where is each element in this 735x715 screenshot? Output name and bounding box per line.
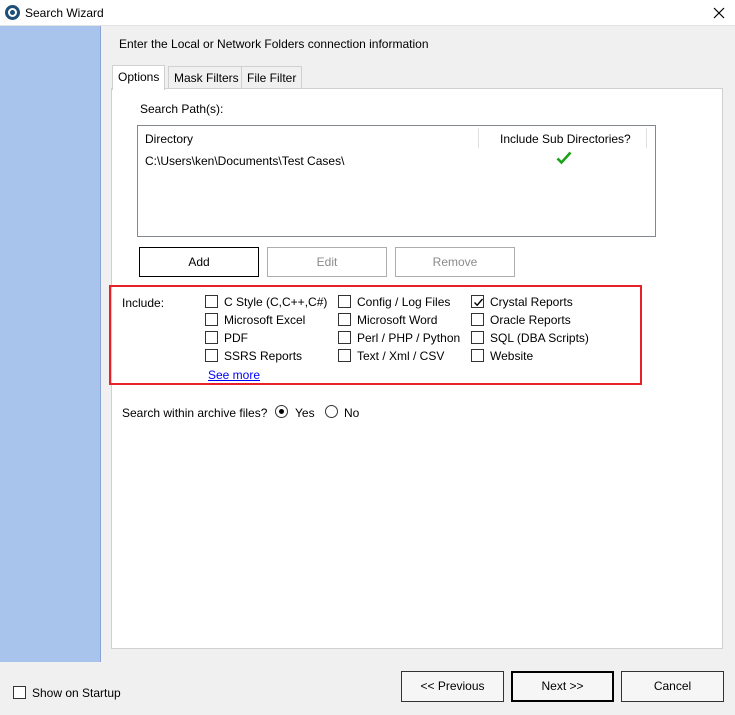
checkbox-microsoft-excel[interactable] (205, 313, 218, 326)
close-button[interactable] (706, 2, 732, 24)
search-paths-label: Search Path(s): (140, 102, 224, 116)
column-header-include-sub[interactable]: Include Sub Directories? (500, 132, 631, 146)
next-button[interactable]: Next >> (511, 671, 614, 702)
edit-button[interactable]: Edit (267, 247, 387, 277)
checkbox-sql-dba-scripts[interactable] (471, 331, 484, 344)
see-more-link[interactable]: See more (208, 368, 260, 382)
radio-label-no[interactable]: No (344, 406, 359, 420)
title-bar: Search Wizard (0, 0, 735, 26)
checkbox-label-text-xml-csv[interactable]: Text / Xml / CSV (357, 349, 444, 363)
include-label: Include: (122, 296, 165, 310)
checkbox-website[interactable] (471, 349, 484, 362)
archive-search-label: Search within archive files? (122, 406, 268, 420)
cancel-button[interactable]: Cancel (621, 671, 724, 702)
wizard-side-panel (0, 26, 101, 662)
checkbox-config-log-files[interactable] (338, 295, 351, 308)
tab-options[interactable]: Options (112, 65, 166, 90)
search-paths-list[interactable]: Directory Include Sub Directories? C:\Us… (137, 125, 656, 237)
remove-button[interactable]: Remove (395, 247, 515, 277)
previous-button[interactable]: << Previous (401, 671, 504, 702)
radio-archive-yes[interactable] (275, 405, 288, 418)
table-row-directory[interactable]: C:\Users\ken\Documents\Test Cases\ (145, 154, 344, 168)
checkbox-label-ssrs-reports[interactable]: SSRS Reports (224, 349, 302, 363)
tab-mask-filters[interactable]: Mask Filters (168, 66, 245, 89)
checkbox-pdf[interactable] (205, 331, 218, 344)
checkmark-icon (474, 298, 484, 307)
radio-label-yes[interactable]: Yes (295, 406, 315, 420)
list-header: Directory Include Sub Directories? (138, 126, 648, 148)
radio-archive-no[interactable] (325, 405, 338, 418)
checkbox-ssrs-reports[interactable] (205, 349, 218, 362)
close-icon (713, 7, 725, 19)
checkbox-perl-php-python[interactable] (338, 331, 351, 344)
show-on-startup-checkbox[interactable] (13, 686, 26, 699)
checkbox-label-c-style[interactable]: C Style (C,C++,C#) (224, 295, 327, 309)
checkbox-label-website[interactable]: Website (490, 349, 533, 363)
add-button[interactable]: Add (139, 247, 259, 277)
checkbox-text-xml-csv[interactable] (338, 349, 351, 362)
options-tab-panel: Search Path(s): Directory Include Sub Di… (109, 88, 723, 649)
green-checkmark-icon (556, 151, 572, 168)
tab-file-filter[interactable]: File Filter (241, 66, 303, 89)
page-heading: Enter the Local or Network Folders conne… (119, 37, 429, 51)
checkbox-label-pdf[interactable]: PDF (224, 331, 248, 345)
checkbox-label-microsoft-word[interactable]: Microsoft Word (357, 313, 437, 327)
checkbox-label-sql-dba-scripts[interactable]: SQL (DBA Scripts) (490, 331, 589, 345)
checkbox-oracle-reports[interactable] (471, 313, 484, 326)
checkbox-label-config-log-files[interactable]: Config / Log Files (357, 295, 450, 309)
checkbox-crystal-reports[interactable] (471, 295, 484, 308)
show-on-startup-label[interactable]: Show on Startup (32, 686, 121, 700)
wizard-footer: Show on Startup << Previous Next >> Canc… (0, 662, 735, 715)
checkbox-label-oracle-reports[interactable]: Oracle Reports (490, 313, 571, 327)
checkbox-c-style[interactable] (205, 295, 218, 308)
column-header-directory[interactable]: Directory (145, 132, 193, 146)
checkbox-microsoft-word[interactable] (338, 313, 351, 326)
window-title: Search Wizard (25, 6, 104, 20)
checkbox-label-microsoft-excel[interactable]: Microsoft Excel (224, 313, 305, 327)
app-icon (5, 5, 20, 20)
checkbox-label-crystal-reports[interactable]: Crystal Reports (490, 295, 573, 309)
wizard-content: Enter the Local or Network Folders conne… (101, 26, 735, 662)
checkbox-label-perl-php-python[interactable]: Perl / PHP / Python (357, 331, 460, 345)
